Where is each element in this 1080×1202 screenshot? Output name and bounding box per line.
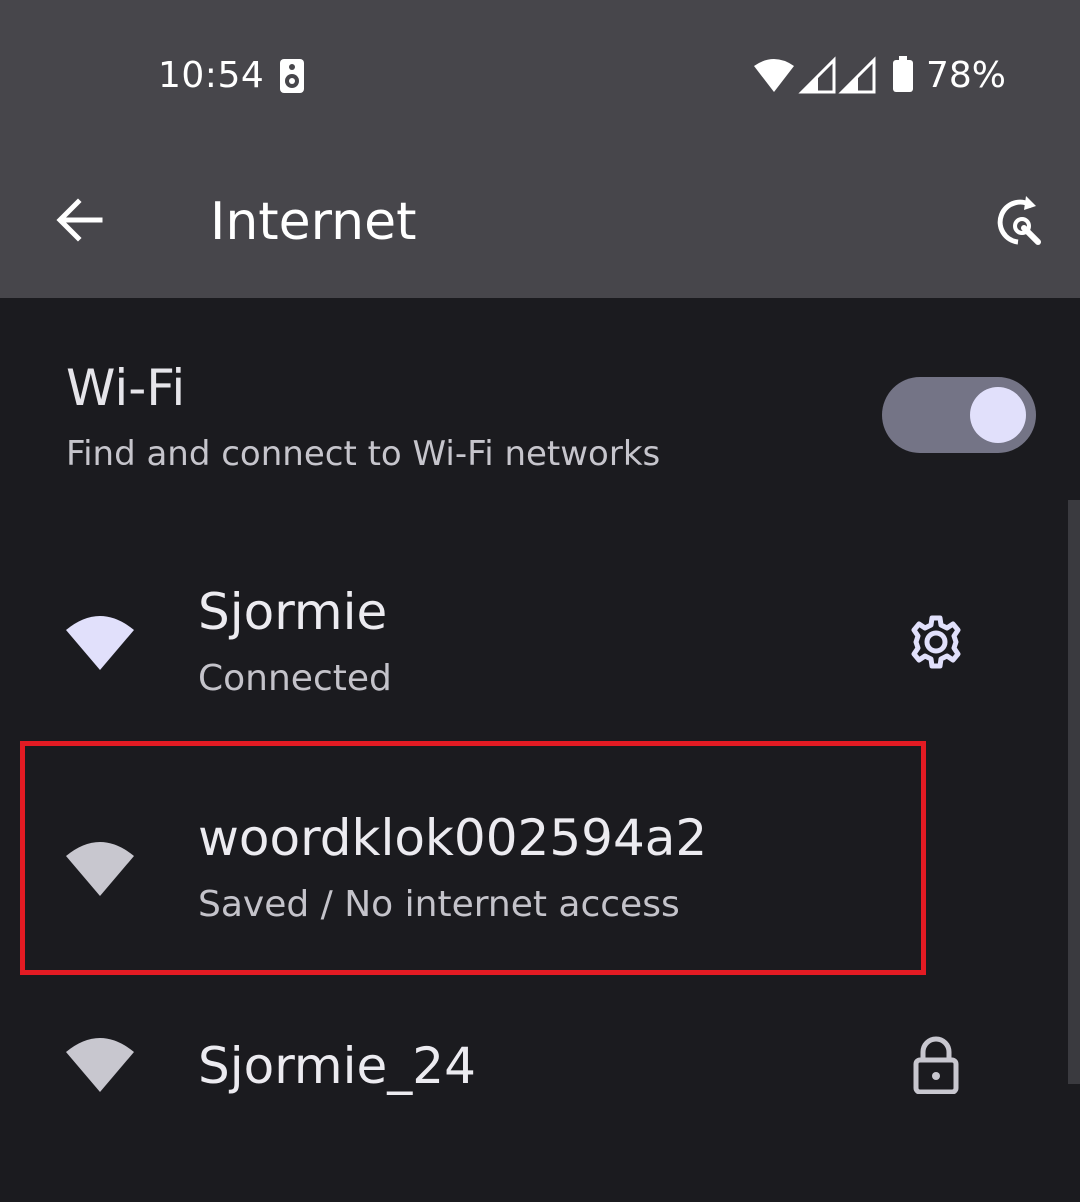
arrow-back-icon: [56, 198, 103, 242]
status-time: 10:54: [158, 55, 265, 96]
wifi-signal-icon: [754, 59, 794, 92]
toggle-thumb: [970, 387, 1026, 443]
lock-icon: [913, 1036, 959, 1094]
network-lock-indicator: [896, 1024, 976, 1104]
cell-signal-icon: [798, 56, 836, 94]
network-status: Saved / No internet access: [198, 884, 680, 925]
wifi-full-icon: [66, 1038, 134, 1092]
wifi-subtitle: Find and connect to Wi-Fi networks: [66, 434, 661, 474]
wifi-full-icon: [66, 842, 134, 896]
network-status: Connected: [198, 658, 392, 699]
network-reset-button[interactable]: [976, 180, 1056, 260]
page-title: Internet: [210, 192, 417, 252]
network-row-woordklok[interactable]: woordklok002594a2 Saved / No internet ac…: [0, 766, 1060, 976]
speaker-icon: [279, 58, 305, 94]
wifi-toggle-row[interactable]: Wi-Fi Find and connect to Wi-Fi networks: [0, 330, 1080, 500]
network-reset-icon: [997, 196, 1041, 245]
network-row-sjormie[interactable]: Sjormie Connected: [0, 540, 1060, 750]
network-name: Sjormie: [198, 583, 388, 641]
wifi-toggle-switch[interactable]: [882, 377, 1036, 453]
battery-icon: [893, 56, 913, 92]
status-icons: [752, 56, 922, 96]
cell-signal-icon: [838, 56, 876, 94]
scrollbar[interactable]: [1068, 500, 1080, 1084]
network-settings-button[interactable]: [896, 602, 976, 682]
gear-icon: [911, 615, 961, 669]
wifi-title: Wi-Fi: [66, 359, 186, 417]
top-app-region: 10:54 78% Internet: [0, 0, 1080, 298]
wifi-full-icon: [66, 616, 134, 670]
battery-percent: 78%: [926, 55, 1007, 96]
back-button[interactable]: [40, 180, 120, 260]
network-row-sjormie-24[interactable]: Sjormie_24: [0, 992, 1060, 1202]
network-name: Sjormie_24: [198, 1037, 476, 1095]
network-name: woordklok002594a2: [198, 809, 708, 867]
